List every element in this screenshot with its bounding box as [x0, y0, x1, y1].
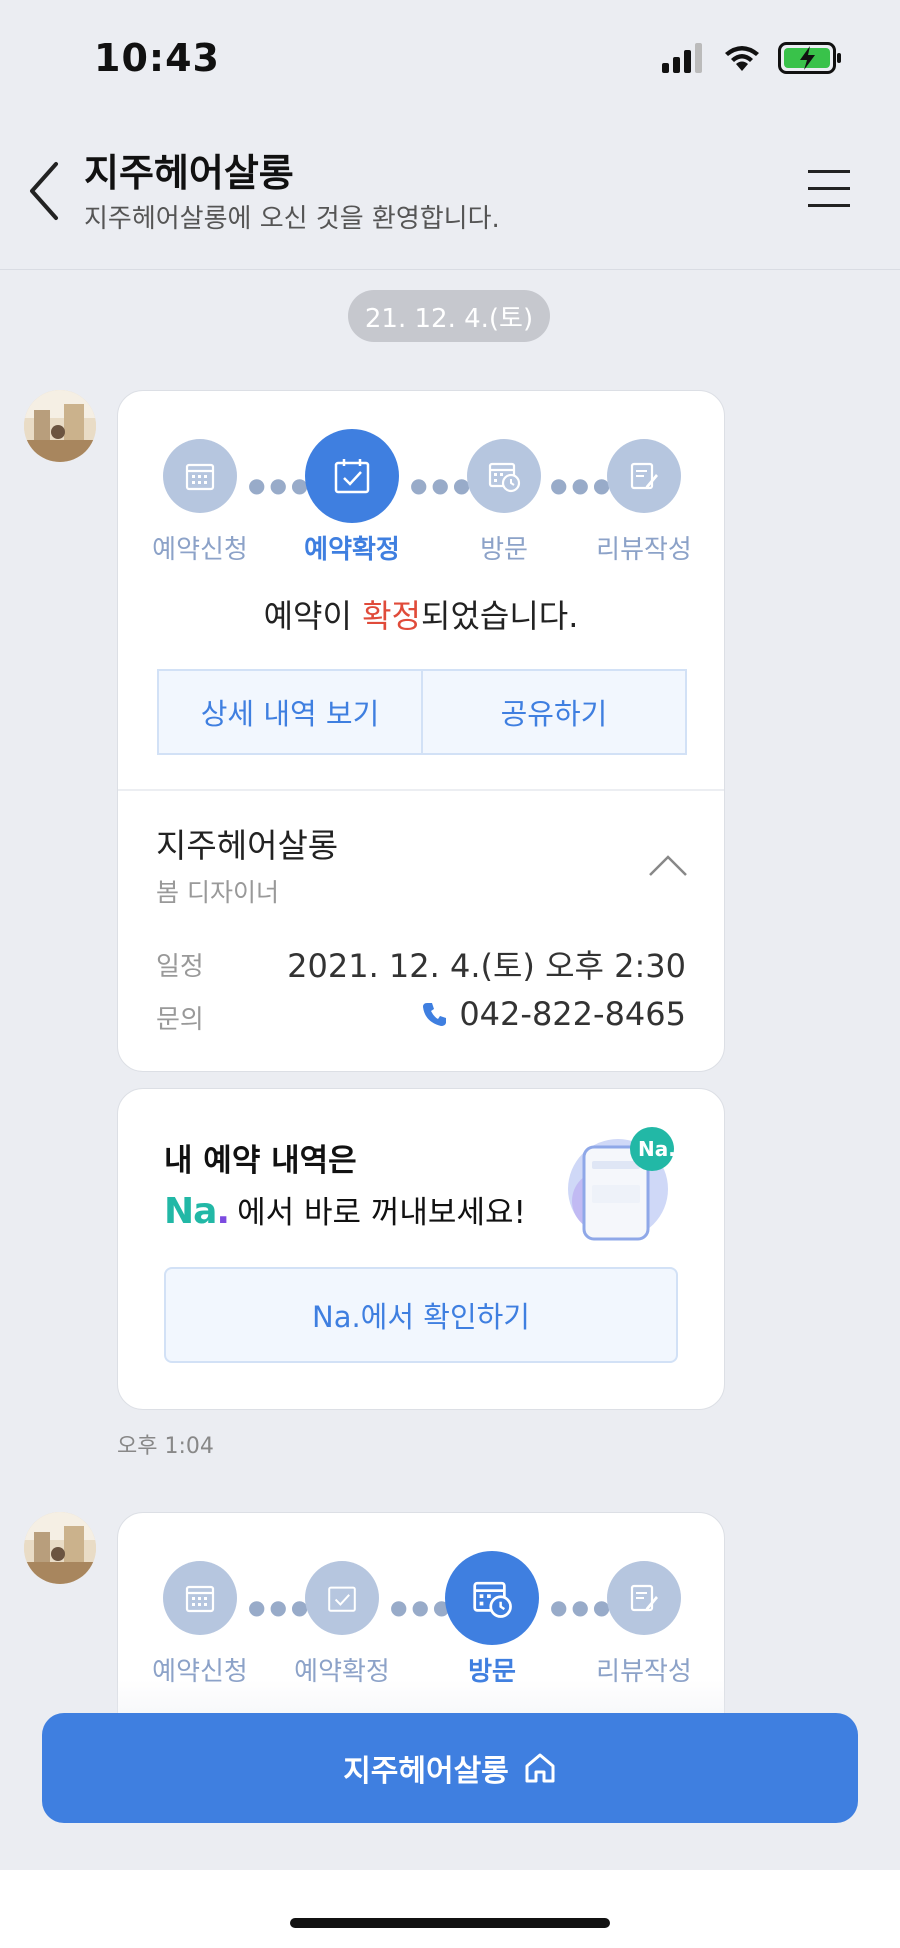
battery-charging-icon [778, 42, 841, 74]
step-connector: ●●● [550, 473, 615, 497]
na-phone-illustration: Na. [562, 1125, 678, 1245]
action-buttons: 상세 내역 보기 공유하기 [157, 669, 687, 755]
calendar-check-icon [328, 1586, 356, 1612]
step-visit [445, 1551, 539, 1645]
na-line: Na. 에서 바로 꺼내보세요! [164, 1187, 526, 1232]
step-connector: ●●● [248, 473, 313, 497]
message-highlight: 확정 [362, 597, 421, 635]
calendar-clock-icon [473, 1581, 512, 1618]
na-line-text: 에서 바로 꺼내보세요! [237, 1195, 526, 1231]
review-edit-icon [630, 462, 658, 490]
shop-name: 지주헤어살롱 [156, 826, 339, 865]
progress-steps: ●●● ●●● ●●● 예약신청 예약확정 방문 리뷰작성 [118, 1513, 724, 1693]
avatar[interactable] [24, 390, 96, 462]
calendar-check-icon [334, 459, 370, 494]
status-time: 10:43 [94, 36, 220, 80]
signal-icon [662, 43, 702, 73]
step-request [163, 1561, 237, 1635]
step-connector: ●●● [550, 1595, 615, 1619]
wifi-icon [725, 46, 759, 71]
step-label: 리뷰작성 [596, 535, 692, 565]
contact-value[interactable]: 042-822-8465 [421, 995, 686, 1033]
designer-name: 봄 디자이너 [156, 878, 279, 907]
calendar-icon [185, 463, 215, 491]
step-review [607, 439, 681, 513]
na-logo-dot: . [216, 1191, 230, 1232]
contact-label: 문의 [156, 1005, 204, 1035]
back-icon[interactable] [26, 160, 60, 222]
phone-number: 042-822-8465 [459, 995, 686, 1033]
message-timestamp: 오후 1:04 [117, 1434, 214, 1459]
na-badge: Na. [638, 1137, 676, 1161]
step-label: 예약신청 [152, 535, 248, 565]
na-title: 내 예약 내역은 [164, 1143, 357, 1179]
progress-steps: ●●● ●●● ●●● 예약신청 예약확정 방문 리뷰작성 [118, 391, 724, 571]
step-confirmed [305, 429, 399, 523]
step-label: 방문 [480, 535, 528, 565]
chat-header: 지주헤어살롱 지주헤어살롱에 오신 것을 환영합니다. [0, 120, 900, 270]
calendar-clock-icon [488, 462, 521, 493]
home-indicator-area [0, 1870, 900, 1948]
view-details-button[interactable]: 상세 내역 보기 [159, 671, 421, 753]
message-text: 예약이 [263, 597, 363, 635]
na-logo-text: Na [164, 1191, 217, 1232]
review-edit-icon [630, 1584, 658, 1612]
chevron-up-icon[interactable] [648, 853, 688, 877]
salon-home-button[interactable]: 지주헤어살롱 [42, 1713, 858, 1823]
step-confirmed [305, 1561, 379, 1635]
phone-icon [423, 1003, 447, 1026]
schedule-text: 2021. 12. 4.(토) 오후 2:30 [287, 947, 686, 985]
divider [118, 789, 724, 791]
na-logo: Na. [164, 1191, 230, 1232]
message-text: 되었습니다. [421, 597, 579, 635]
confirmation-message: 예약이 확정되었습니다. [118, 591, 724, 637]
menu-icon[interactable] [806, 168, 852, 210]
salon-photo [24, 390, 96, 462]
step-connector: ●●● [410, 473, 475, 497]
step-connector: ●●● [248, 1595, 313, 1619]
step-label: 예약확정 [304, 535, 400, 565]
schedule-value: 2021. 12. 4.(토) 오후 2:30 [287, 941, 686, 987]
home-icon [525, 1753, 555, 1783]
calendar-icon [185, 1585, 215, 1613]
salon-home-label: 지주헤어살롱 [343, 1754, 509, 1789]
page-title: 지주헤어살롱 [84, 151, 294, 195]
status-bar: 10:43 [0, 0, 900, 120]
page-subtitle: 지주헤어살롱에 오신 것을 환영합니다. [84, 204, 500, 234]
home-indicator[interactable] [290, 1918, 610, 1928]
salon-photo [24, 1512, 96, 1584]
date-separator: 21. 12. 4.(토) [348, 290, 550, 342]
step-request [163, 439, 237, 513]
reservation-confirmed-card: ●●● ●●● ●●● 예약신청 예약확정 방문 리뷰작성 예약이 확정되었습니… [117, 390, 725, 1072]
step-visit [467, 439, 541, 513]
avatar[interactable] [24, 1512, 96, 1584]
na-promo-card: 내 예약 내역은 Na. 에서 바로 꺼내보세요! Na. Na.에서 확인하기 [117, 1088, 725, 1410]
schedule-label: 일정 [156, 952, 204, 982]
status-icons [662, 42, 842, 74]
step-review [607, 1561, 681, 1635]
na-check-button[interactable]: Na.에서 확인하기 [164, 1267, 678, 1363]
share-button[interactable]: 공유하기 [421, 671, 685, 753]
